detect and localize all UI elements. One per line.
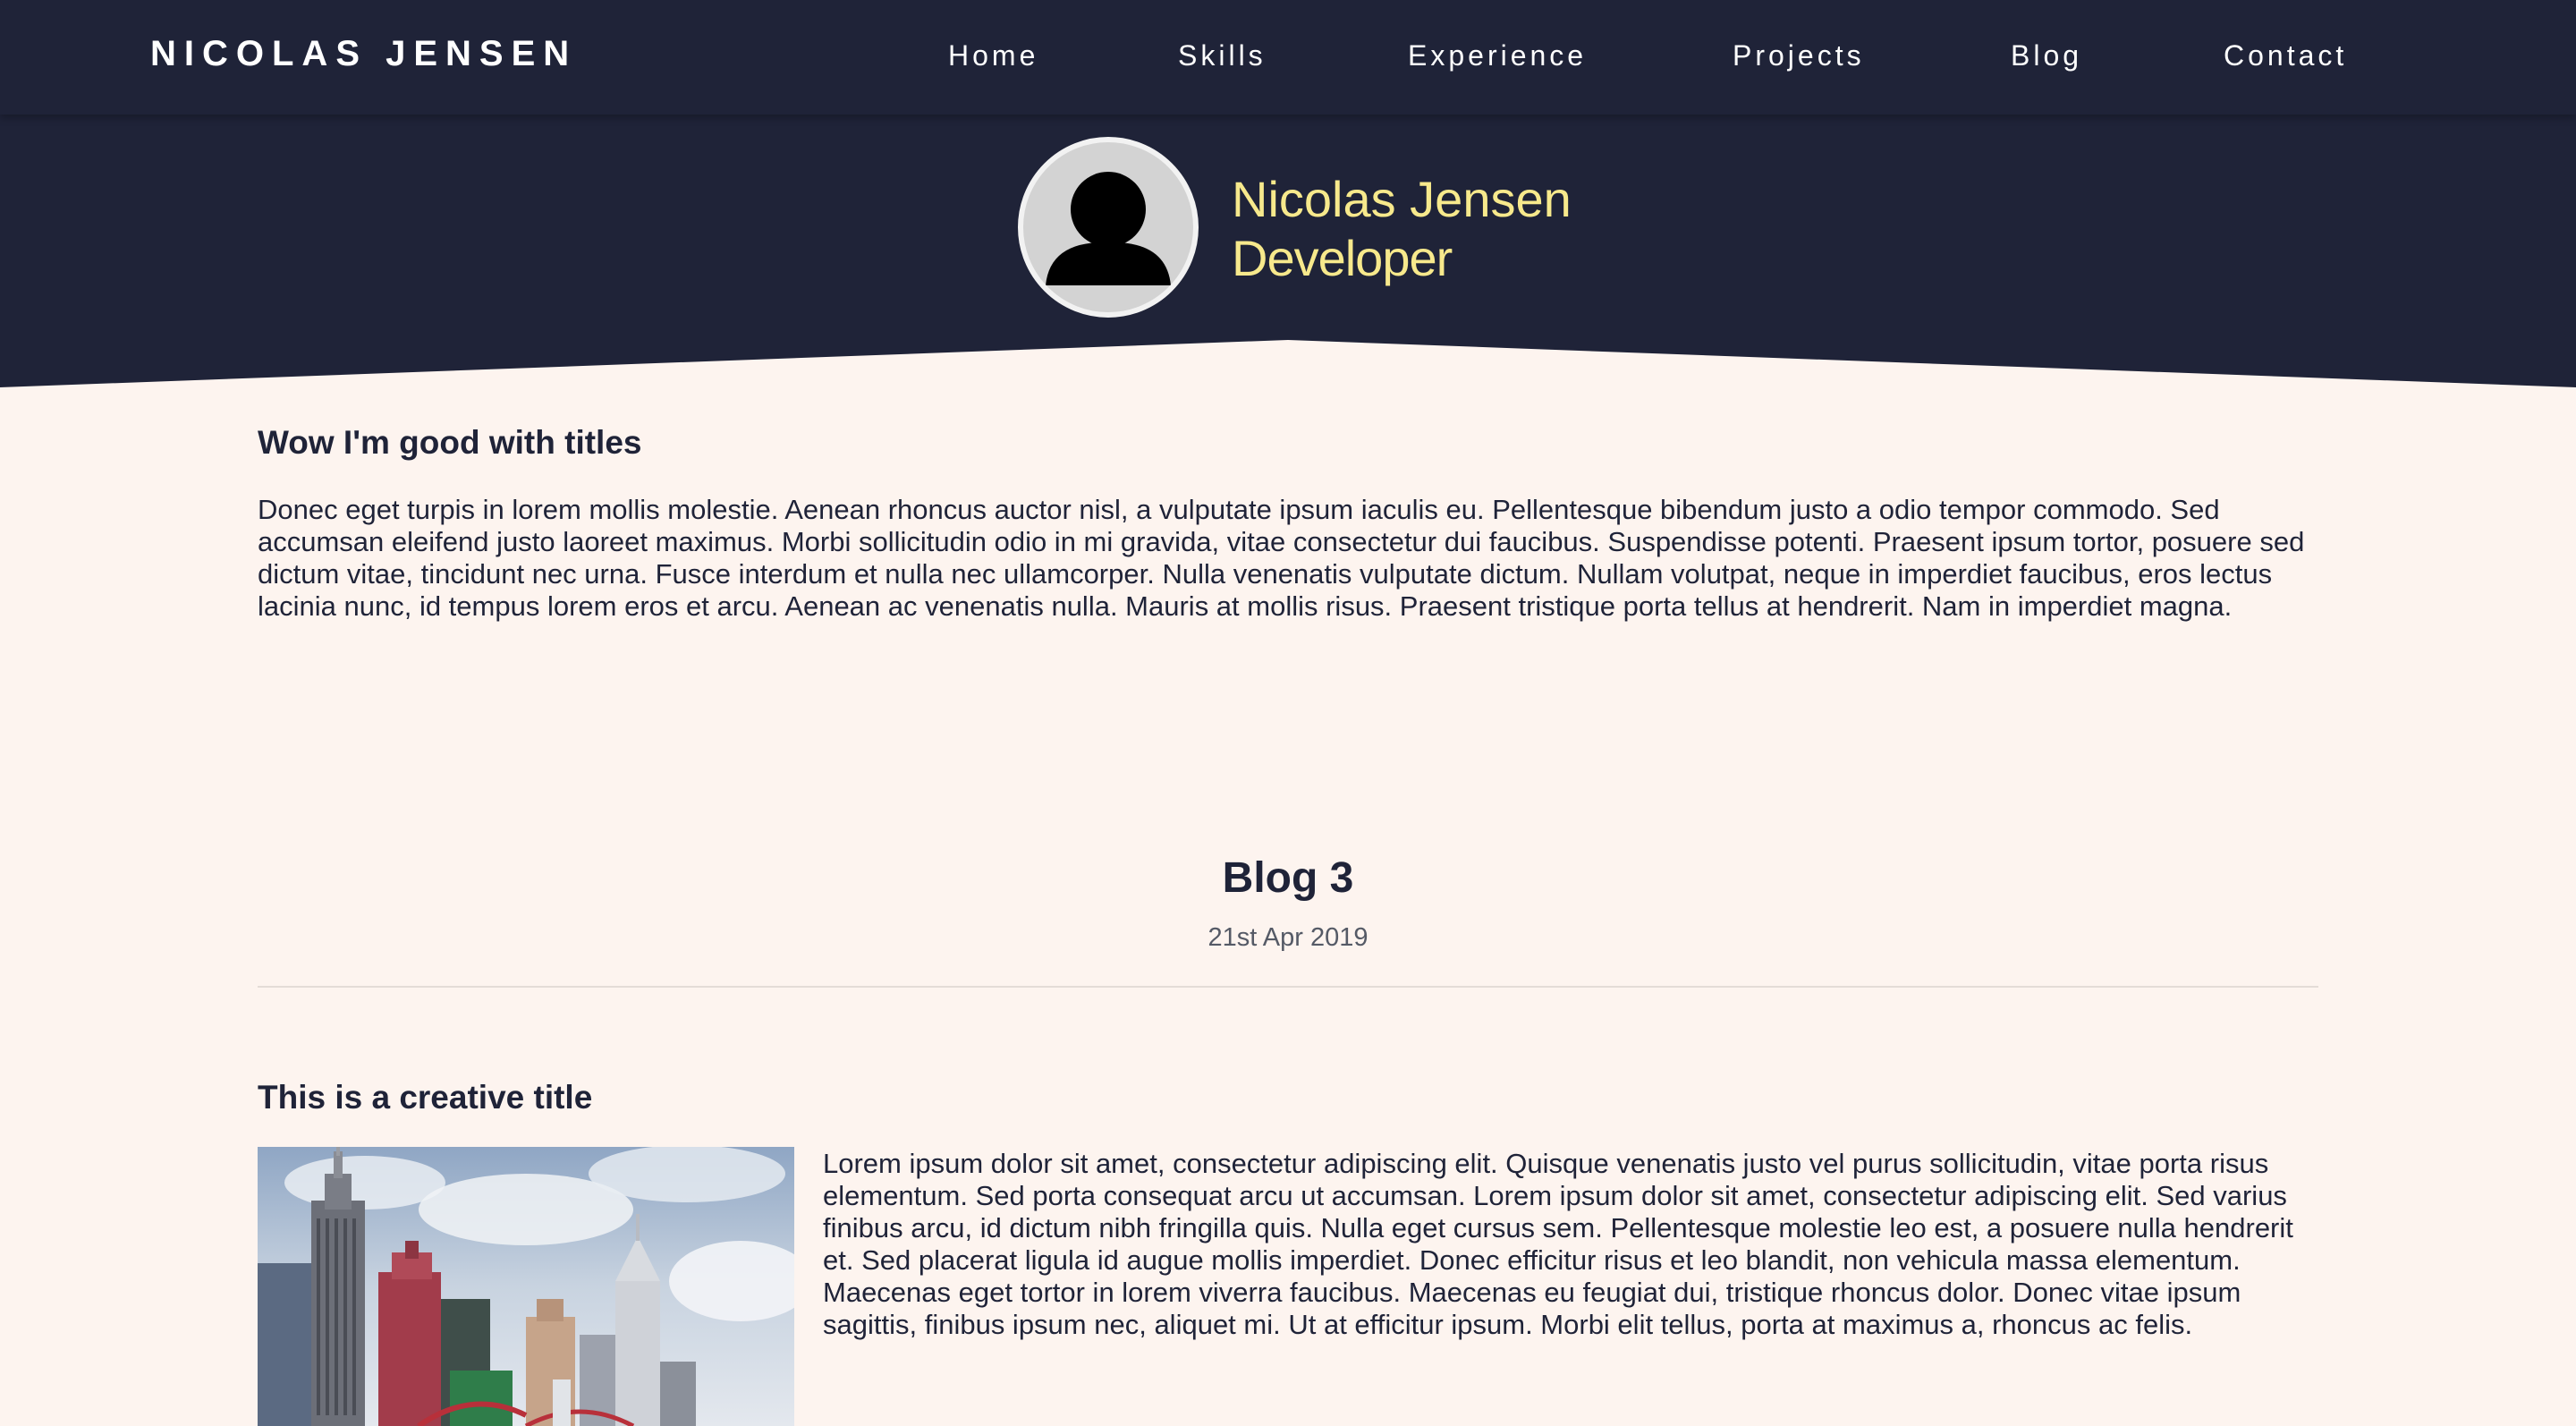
hero-role: Developer: [1232, 230, 1453, 286]
city-skyline-photo: [258, 1147, 794, 1426]
intro-title: Wow I'm good with titles: [258, 424, 642, 461]
top-navbar: NICOLAS JENSEN Home Skills Experience Pr…: [0, 0, 2576, 115]
post-paragraph: Lorem ipsum dolor sit amet, consectetur …: [823, 1148, 2293, 1340]
intro-paragraph: Donec eget turpis in lorem mollis molest…: [258, 494, 2305, 622]
nav-link-experience[interactable]: Experience: [1408, 39, 1587, 72]
nav-link-skills[interactable]: Skills: [1178, 39, 1267, 72]
divider: [258, 986, 2318, 988]
nav-link-contact[interactable]: Contact: [2224, 39, 2347, 72]
nav-link-blog[interactable]: Blog: [2011, 39, 2082, 72]
nav-link-home[interactable]: Home: [948, 39, 1038, 72]
nav-link-projects[interactable]: Projects: [1733, 39, 1865, 72]
site-brand[interactable]: NICOLAS JENSEN: [150, 34, 577, 74]
hero-name: Nicolas Jensen: [1232, 171, 1572, 227]
avatar: [1018, 137, 1199, 318]
post-image: [258, 1147, 794, 1426]
blog-title: Blog 3: [1222, 854, 1354, 902]
blog-date: 21st Apr 2019: [1208, 923, 1368, 952]
user-silhouette-icon: [1046, 172, 1171, 285]
post-title: This is a creative title: [258, 1079, 593, 1116]
